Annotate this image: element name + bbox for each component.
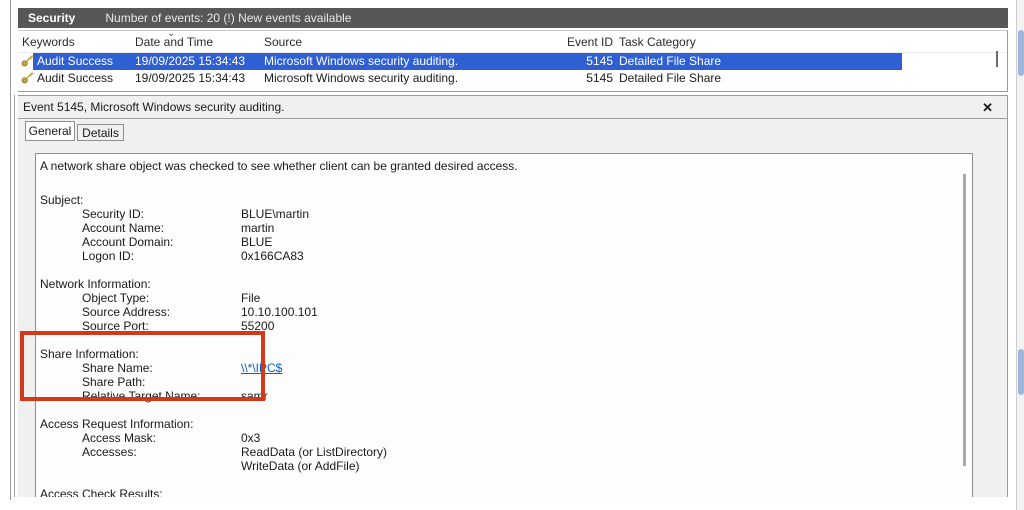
section-row: Accesses:ReadData (or ListDirectory): [40, 445, 972, 459]
column-header-taskcategory[interactable]: Task Category: [619, 35, 696, 49]
log-title-bar: Security Number of events: 20 (!) New ev…: [18, 8, 1008, 28]
page-scrollbar-thumb[interactable]: [1018, 349, 1024, 395]
event-viewer-window: Security Number of events: 20 (!) New ev…: [0, 0, 1024, 510]
page-scrollbar-thumb[interactable]: [1018, 30, 1024, 76]
field-label: Account Name:: [82, 221, 241, 235]
page-scrollbar[interactable]: [1016, 0, 1024, 510]
section-row: Access Mask:0x3: [40, 431, 972, 445]
field-value: 10.10.100.101: [241, 305, 318, 319]
key-icon: [21, 54, 34, 72]
column-header-eventid[interactable]: Event ID: [527, 35, 613, 49]
events-count-status: Number of events: 20 (!) New events avai…: [105, 11, 351, 25]
field-label: Accesses:: [82, 445, 241, 459]
event-section: Access Request Information:Access Mask:0…: [40, 417, 972, 473]
event-section: Network Information:Object Type:FileSour…: [40, 277, 972, 333]
detail-tabs: General Details: [18, 119, 1007, 145]
cell-source: Microsoft Windows security auditing.: [264, 53, 458, 70]
sort-indicator-icon: ⌄: [167, 30, 175, 39]
event-detail-title: Event 5145, Microsoft Windows security a…: [23, 100, 284, 114]
section-title: Network Information:: [40, 277, 972, 291]
cell-keywords: Audit Success: [37, 70, 113, 87]
field-value: WriteData (or AddFile): [241, 459, 359, 473]
section-row: Account Domain:BLUE: [40, 235, 972, 249]
section-row: WriteData (or AddFile): [40, 459, 972, 473]
cell-keywords: Audit Success: [37, 53, 113, 70]
section-title: Access Check Results:: [40, 487, 972, 497]
field-value: 0x166CA83: [241, 249, 304, 263]
event-list: Keywords ⌄Date and Time Source Event ID …: [18, 30, 1008, 92]
event-list-scrollbar[interactable]: [996, 51, 998, 67]
field-label: Object Type:: [82, 291, 241, 305]
field-label: [82, 459, 241, 473]
column-header-keywords[interactable]: Keywords: [22, 35, 75, 49]
cell-taskcategory: Detailed File Share: [619, 70, 721, 87]
field-value: File: [241, 291, 260, 305]
event-list-header: Keywords ⌄Date and Time Source Event ID …: [18, 31, 1007, 53]
cell-datetime: 19/09/2025 15:34:43: [135, 70, 245, 87]
close-icon[interactable]: ✕: [982, 96, 993, 119]
field-label: Security ID:: [82, 207, 241, 221]
cell-datetime: 19/09/2025 15:34:43: [135, 53, 245, 70]
event-description-scrollbar[interactable]: [963, 174, 966, 466]
section-title: Access Request Information:: [40, 417, 972, 431]
table-row[interactable]: Audit Success 19/09/2025 15:34:43 Microsof…: [18, 53, 1007, 70]
cell-eventid: 5145: [527, 53, 613, 70]
column-header-datetime[interactable]: ⌄Date and Time: [135, 35, 213, 49]
field-value: ReadData (or ListDirectory): [241, 445, 387, 459]
event-section: Access Check Results:-: [40, 487, 972, 497]
key-icon: [21, 71, 34, 89]
section-row: Account Name:martin: [40, 221, 972, 235]
field-label: Account Domain:: [82, 235, 241, 249]
cell-taskcategory: Detailed File Share: [619, 53, 721, 70]
field-value: BLUE: [241, 235, 272, 249]
section-row: Security ID:BLUE\martin: [40, 207, 972, 221]
annotation-highlight-box: [20, 331, 265, 401]
field-label: Access Mask:: [82, 431, 241, 445]
field-label: Logon ID:: [82, 249, 241, 263]
table-row[interactable]: Audit Success 19/09/2025 15:34:43 Microsof…: [18, 70, 1007, 87]
section-title: Subject:: [40, 193, 972, 207]
tab-details[interactable]: Details: [77, 124, 124, 141]
field-value: martin: [241, 221, 274, 235]
event-description-intro: A network share object was checked to se…: [40, 159, 972, 173]
section-row: Object Type:File: [40, 291, 972, 305]
event-description-area[interactable]: A network share object was checked to se…: [35, 153, 973, 497]
tab-general[interactable]: General: [25, 121, 75, 141]
event-detail-pane: Event 5145, Microsoft Windows security a…: [18, 95, 1008, 497]
section-row: Logon ID:0x166CA83: [40, 249, 972, 263]
column-header-source[interactable]: Source: [264, 35, 302, 49]
cell-eventid: 5145: [527, 70, 613, 87]
field-value: BLUE\martin: [241, 207, 309, 221]
log-name: Security: [28, 11, 75, 25]
window-left-border: [10, 0, 11, 500]
event-section: Subject:Security ID:BLUE\martinAccount N…: [40, 193, 972, 263]
cell-source: Microsoft Windows security auditing.: [264, 70, 458, 87]
event-detail-header: Event 5145, Microsoft Windows security a…: [18, 96, 1007, 119]
field-label: Source Address:: [82, 305, 241, 319]
pane-left-border: [14, 95, 15, 497]
section-row: Source Address:10.10.100.101: [40, 305, 972, 319]
field-value: 0x3: [241, 431, 260, 445]
